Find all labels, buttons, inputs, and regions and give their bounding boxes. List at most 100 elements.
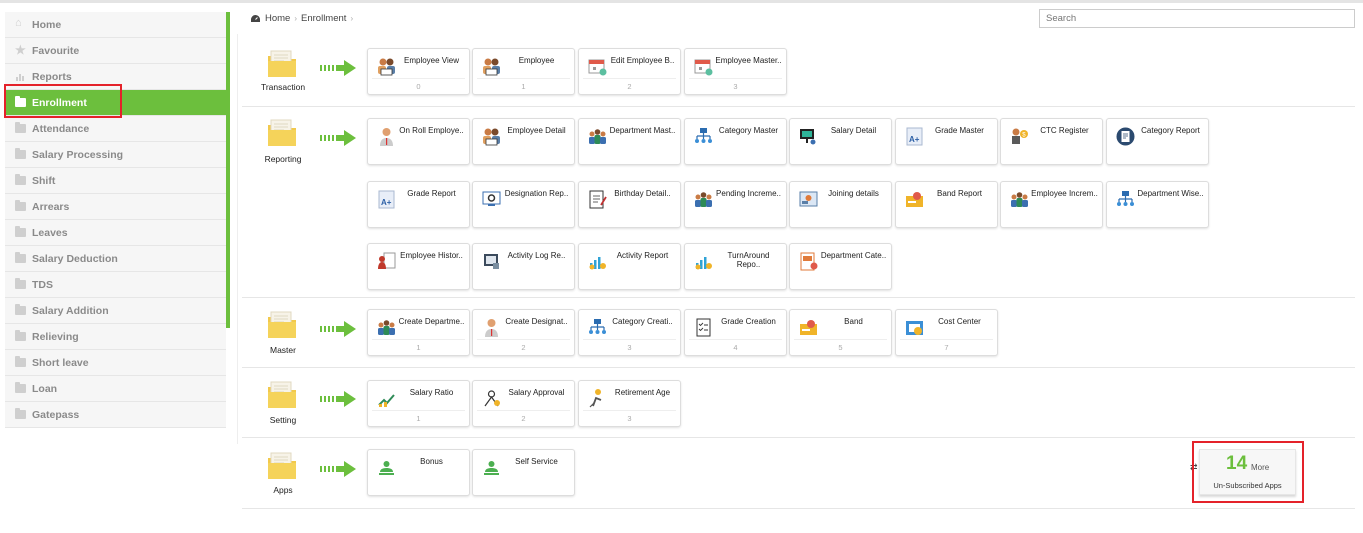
breadcrumb-current[interactable]: Enrollment <box>301 13 346 24</box>
app-tile-label: Activity Report <box>616 251 669 260</box>
search-input[interactable] <box>1039 9 1355 28</box>
sidebar-item-gatepass[interactable]: Gatepass <box>5 402 226 428</box>
svg-text:A+: A+ <box>381 198 392 207</box>
folder-icon <box>15 122 26 133</box>
sidebar-item-loan[interactable]: Loan <box>5 376 226 402</box>
sidebar-item-arrears[interactable]: Arrears <box>5 194 226 220</box>
app-tile[interactable]: Designation Rep.. <box>472 181 575 228</box>
app-tile-label: Category Report <box>1141 126 1200 135</box>
folder-icon <box>15 252 26 263</box>
history-icon <box>376 251 397 272</box>
user-green-icon <box>376 457 397 478</box>
app-tile[interactable]: Pending Increme.. <box>684 181 787 228</box>
app-tile-count: 3 <box>583 339 676 352</box>
sidebar-item-favourite[interactable]: ★ Favourite <box>5 38 226 64</box>
app-tile[interactable]: Cost Center 7 <box>895 309 998 356</box>
section-label: Reporting <box>264 154 302 164</box>
app-tile[interactable]: Category Creati.. 3 <box>578 309 681 356</box>
team-icon <box>376 317 397 338</box>
app-tile-label: Department Cate.. <box>820 251 887 260</box>
arrow-right-icon <box>320 391 356 407</box>
calendar-icon <box>693 56 714 77</box>
app-tile[interactable]: Joining details <box>789 181 892 228</box>
sidebar-item-salary-deduction[interactable]: Salary Deduction <box>5 246 226 272</box>
chevron-right-icon: › <box>294 14 298 23</box>
sidebar-item-home[interactable]: ⌂ Home <box>5 12 226 38</box>
sidebar-item-label: Salary Processing <box>32 148 124 161</box>
section-label: Transaction <box>260 82 306 92</box>
sidebar-item-tds[interactable]: TDS <box>5 272 226 298</box>
app-tile-label: Salary Ratio <box>409 388 454 397</box>
app-tile-label: Category Master <box>718 126 779 135</box>
app-tile[interactable]: Bonus <box>367 449 470 496</box>
app-tile[interactable]: Employee Histor.. <box>367 243 470 290</box>
folder-icon <box>15 356 26 367</box>
sidebar-item-relieving[interactable]: Relieving <box>5 324 226 350</box>
app-tile[interactable]: Retirement Age 3 <box>578 380 681 427</box>
app-tile-label: TurnAround Repo.. <box>727 251 770 269</box>
report-icon <box>15 72 26 82</box>
app-tile[interactable]: Band Report <box>895 181 998 228</box>
retire-icon <box>587 388 608 409</box>
app-tile[interactable]: Birthday Detail.. <box>578 181 681 228</box>
app-tile-label: Grade Report <box>407 189 456 198</box>
app-tile[interactable]: Band 5 <box>789 309 892 356</box>
sidebar-item-leaves[interactable]: Leaves <box>5 220 226 246</box>
app-tile[interactable]: A+ Grade Master <box>895 118 998 165</box>
app-tile-label: Activity Log Re.. <box>507 251 566 260</box>
folder-icon <box>15 148 26 159</box>
divider <box>237 34 238 444</box>
sidebar-item-short-leave[interactable]: Short leave <box>5 350 226 376</box>
app-tile-label: Birthday Detail.. <box>614 189 671 198</box>
app-tile[interactable]: Salary Ratio 1 <box>367 380 470 427</box>
hierarchy-icon <box>693 126 714 147</box>
app-tile[interactable]: Employee Increm.. <box>1000 181 1103 228</box>
sidebar-item-attendance[interactable]: Attendance <box>5 116 226 142</box>
app-tile-label: Cost Center <box>938 317 981 326</box>
app-tile[interactable]: TurnAround Repo.. <box>684 243 787 290</box>
sidebar-item-salary-processing[interactable]: Salary Processing <box>5 142 226 168</box>
app-tile[interactable]: Salary Approval 2 <box>472 380 575 427</box>
app-tile[interactable]: Employee View 0 <box>367 48 470 95</box>
app-tile[interactable]: Department Wise.. <box>1106 181 1209 228</box>
arrow-right-icon <box>320 461 356 477</box>
band-icon <box>798 317 819 338</box>
approval-icon <box>481 388 502 409</box>
user-green-icon <box>481 457 502 478</box>
hierarchy-icon <box>1115 189 1136 210</box>
app-tile[interactable]: Salary Detail <box>789 118 892 165</box>
app-tile-label: Edit Employee B.. <box>610 56 675 65</box>
app-tile-label: CTC Register <box>1040 126 1089 135</box>
app-tile[interactable]: Employee Master.. 3 <box>684 48 787 95</box>
app-tile[interactable]: Activity Log Re.. <box>472 243 575 290</box>
app-tile[interactable]: On Roll Employe.. <box>367 118 470 165</box>
document-icon <box>587 189 608 210</box>
app-tile-count: 1 <box>372 339 465 352</box>
app-tile[interactable]: Department Mast.. <box>578 118 681 165</box>
app-tile[interactable]: Edit Employee B.. 2 <box>578 48 681 95</box>
sidebar-item-shift[interactable]: Shift <box>5 168 226 194</box>
dept-cat-icon <box>798 251 819 272</box>
app-tile-label: Joining details <box>828 189 879 198</box>
ratio-icon <box>376 388 397 409</box>
app-tile[interactable]: A+ Grade Report <box>367 181 470 228</box>
app-tile[interactable]: Employee 1 <box>472 48 575 95</box>
breadcrumb-home[interactable]: Home <box>265 13 290 24</box>
app-tile[interactable]: Self Service <box>472 449 575 496</box>
sidebar-item-label: Leaves <box>32 226 68 239</box>
app-tile[interactable]: Category Report <box>1106 118 1209 165</box>
app-tile[interactable]: Department Cate.. <box>789 243 892 290</box>
sidebar-item-label: Favourite <box>32 44 80 57</box>
person-icon <box>481 317 502 338</box>
sidebar-scrollbar[interactable] <box>226 12 230 328</box>
app-tile-label: Create Departme.. <box>398 317 465 326</box>
app-tile[interactable]: Employee Detail <box>472 118 575 165</box>
app-tile[interactable]: Activity Report <box>578 243 681 290</box>
app-tile[interactable]: Create Departme.. 1 <box>367 309 470 356</box>
app-tile[interactable]: Category Master <box>684 118 787 165</box>
app-tile[interactable]: Create Designat.. 2 <box>472 309 575 356</box>
app-tile-label: Employee Master.. <box>715 56 782 65</box>
sidebar-item-salary-addition[interactable]: Salary Addition <box>5 298 226 324</box>
app-tile[interactable]: Grade Creation 4 <box>684 309 787 356</box>
app-tile[interactable]: $ CTC Register <box>1000 118 1103 165</box>
